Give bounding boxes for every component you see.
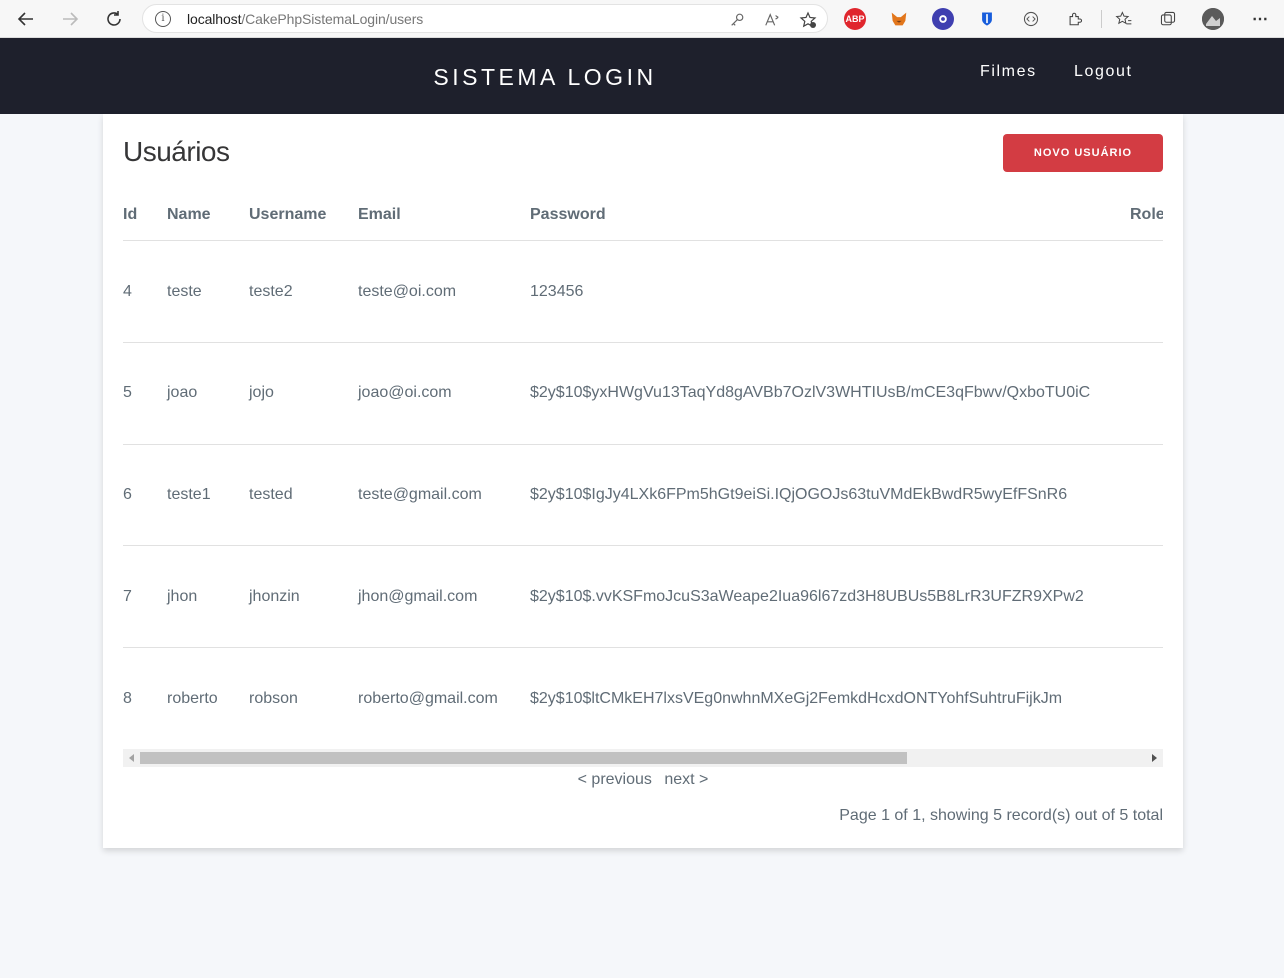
address-bar[interactable]: i localhost/CakePhpSistemaLogin/users — [142, 4, 828, 33]
users-table: Id Name Username Email Password Role 4 t… — [123, 186, 1163, 766]
brand-title[interactable]: SISTEMA LOGIN — [0, 64, 1090, 91]
scroll-right-arrow-icon[interactable] — [1152, 754, 1157, 762]
nav-link-logout[interactable]: Logout — [1074, 63, 1133, 81]
column-header-password: Password — [530, 206, 606, 223]
next-link[interactable]: next > — [664, 771, 708, 788]
cell-id: 6 — [123, 486, 132, 503]
cell-password: $2y$10$IgJy4LXk6FPm5hGt9eiSi.IQjOGOJs63t… — [530, 486, 1068, 503]
cell-id: 7 — [123, 588, 132, 605]
site-info-icon[interactable]: i — [155, 11, 171, 27]
cell-name: jhon — [167, 588, 198, 605]
cell-name: teste1 — [167, 486, 211, 503]
more-options-icon[interactable]: ⋯ — [1249, 8, 1271, 30]
page-title: Usuários — [123, 136, 230, 167]
cell-email: roberto@gmail.com — [358, 690, 498, 707]
toolbar-divider — [1101, 10, 1102, 28]
cell-username: robson — [249, 690, 298, 707]
extension-badge-icon[interactable] — [932, 8, 954, 30]
cell-id: 8 — [123, 690, 132, 707]
cell-id: 4 — [123, 283, 132, 300]
nav-link-filmes[interactable]: Filmes — [980, 63, 1037, 81]
previous-link[interactable]: < previous — [578, 771, 652, 788]
cell-name: joao — [167, 384, 198, 401]
cell-email: joao@oi.com — [358, 384, 452, 401]
column-header-name: Name — [167, 206, 211, 223]
column-header-id: Id — [123, 206, 138, 223]
collections-icon[interactable] — [1157, 8, 1179, 30]
refresh-icon[interactable] — [102, 7, 126, 31]
column-header-username: Username — [249, 206, 327, 223]
profile-avatar-icon[interactable] — [1202, 8, 1224, 30]
key-icon[interactable] — [728, 11, 746, 29]
row-divider — [123, 444, 1163, 445]
cell-email: jhon@gmail.com — [358, 588, 478, 605]
cell-username: jhonzin — [249, 588, 300, 605]
cell-id: 5 — [123, 384, 132, 401]
cell-name: roberto — [167, 690, 218, 707]
extensions-puzzle-icon[interactable] — [1064, 8, 1086, 30]
add-favorite-icon[interactable] — [799, 11, 817, 29]
header-divider — [123, 240, 1163, 241]
row-divider — [123, 545, 1163, 546]
read-aloud-icon[interactable] — [763, 11, 781, 29]
code-extension-icon[interactable] — [1020, 8, 1042, 30]
adblock-icon[interactable]: ABP — [844, 8, 866, 30]
forward-arrow-icon[interactable] — [58, 7, 82, 31]
cell-username: tested — [249, 486, 293, 503]
cell-password: $2y$10$ltCMkEH7lxsVEg0nwhnMXeGj2FemkdHcx… — [530, 690, 1063, 707]
cell-username: teste2 — [249, 283, 293, 300]
column-header-email: Email — [358, 206, 401, 223]
horizontal-scrollbar[interactable] — [123, 749, 1163, 767]
row-divider — [123, 342, 1163, 343]
cell-password: $2y$10$.vvKSFmoJcuS3aWeape2Iua96l67zd3H8… — [530, 588, 1084, 605]
row-divider — [123, 647, 1163, 648]
column-header-role: Role — [1130, 206, 1163, 223]
bitwarden-icon[interactable] — [976, 8, 998, 30]
cell-email: teste@gmail.com — [358, 486, 482, 503]
scrollbar-thumb[interactable] — [140, 752, 907, 764]
pagination: < previous next > — [103, 771, 1183, 789]
back-arrow-icon[interactable] — [14, 7, 38, 31]
site-header: SISTEMA LOGIN Filmes Logout — [0, 38, 1284, 114]
url-text: localhost/CakePhpSistemaLogin/users — [187, 11, 424, 27]
fox-extension-icon[interactable] — [888, 8, 910, 30]
users-card: Usuários NOVO USUÁRIO Id Name Username E… — [103, 114, 1183, 848]
cell-email: teste@oi.com — [358, 283, 457, 300]
pagination-counter: Page 1 of 1, showing 5 record(s) out of … — [839, 807, 1163, 824]
cell-password: 123456 — [530, 283, 584, 300]
cell-password: $2y$10$yxHWgVu13TaqYd8gAVBb7OzlV3WHTIUsB… — [530, 384, 1091, 401]
browser-toolbar: i localhost/CakePhpSistemaLogin/users AB… — [0, 0, 1284, 38]
scroll-left-arrow-icon[interactable] — [129, 754, 134, 762]
cell-name: teste — [167, 283, 202, 300]
cell-username: jojo — [249, 384, 274, 401]
favorites-icon[interactable] — [1113, 8, 1135, 30]
new-user-button[interactable]: NOVO USUÁRIO — [1003, 134, 1163, 172]
